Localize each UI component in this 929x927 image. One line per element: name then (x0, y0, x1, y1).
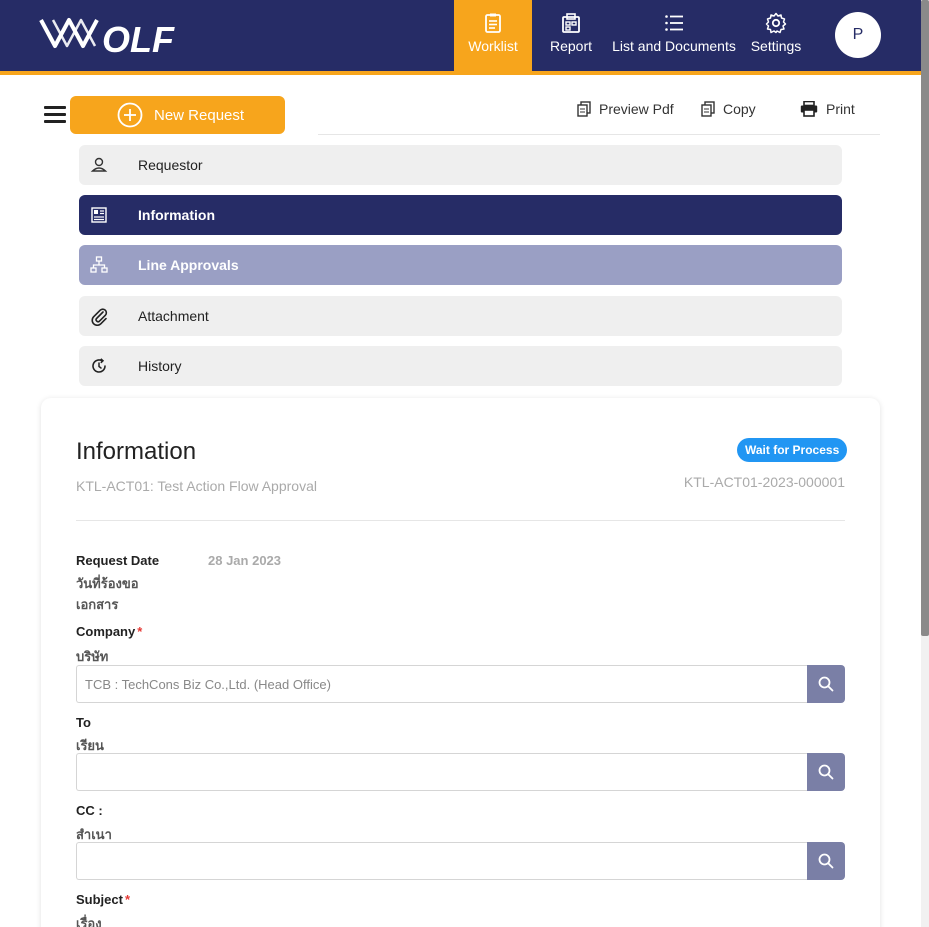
new-request-label: New Request (154, 106, 245, 124)
search-icon (818, 853, 834, 869)
cc-search-button[interactable] (807, 842, 845, 880)
status-badge: Wait for Process (737, 438, 848, 462)
section-information-label: Information (138, 207, 215, 223)
nav-report-label: Report (549, 38, 593, 54)
scrollbar-thumb[interactable] (921, 0, 929, 636)
nav-worklist[interactable]: Worklist (454, 0, 532, 71)
plus-circle-icon (117, 102, 143, 128)
gear-icon (765, 12, 787, 34)
card-title: Information (76, 438, 197, 465)
hamburger-menu-icon[interactable] (44, 106, 66, 124)
information-card: Information KTL-ACT01: Test Action Flow … (41, 398, 880, 927)
to-input[interactable] (76, 753, 808, 791)
search-icon (818, 676, 834, 692)
section-history[interactable]: History (79, 346, 842, 386)
nav-worklist-label: Worklist (468, 38, 518, 54)
request-date-label-th-1: วันที่ร้องขอ (76, 576, 139, 591)
nav-report[interactable]: Report (540, 0, 602, 71)
search-icon (818, 764, 834, 780)
section-attachment-label: Attachment (138, 308, 209, 324)
copy-icon (701, 101, 715, 117)
preview-pdf-label: Preview Pdf (599, 101, 674, 117)
company-input[interactable]: TCB : TechCons Biz Co.,Ltd. (Head Office… (76, 665, 808, 703)
company-label: Company * (76, 624, 142, 639)
preview-pdf-button[interactable]: Preview Pdf (577, 99, 674, 119)
to-field (76, 753, 845, 791)
company-field: TCB : TechCons Biz Co.,Ltd. (Head Office… (76, 665, 845, 703)
history-icon (92, 358, 106, 373)
nav-settings-label: Settings (750, 38, 802, 54)
section-attachment[interactable]: Attachment (79, 296, 842, 336)
subject-label: Subject * (76, 892, 130, 907)
printer-icon (800, 101, 818, 117)
document-icon (91, 207, 107, 223)
required-marker: * (137, 624, 143, 639)
nav-list-label: List and Documents (612, 38, 736, 54)
list-icon (665, 15, 683, 31)
cc-label: CC : (76, 803, 103, 818)
clipboard-icon (485, 13, 501, 33)
card-divider (76, 520, 845, 521)
print-button[interactable]: Print (800, 99, 855, 119)
user-avatar[interactable]: P (835, 12, 881, 58)
company-label-text: Company (76, 624, 136, 639)
section-information[interactable]: Information (79, 195, 842, 235)
section-line-approvals-label: Line Approvals (138, 257, 239, 273)
page: OLF Worklist Report List and Documents S… (0, 0, 929, 927)
required-marker: * (124, 892, 131, 907)
request-date-label: Request Date (76, 553, 160, 568)
paperclip-icon (91, 308, 108, 326)
page-scrollbar[interactable] (921, 0, 929, 927)
request-date-value: 28 Jan 2023 (208, 553, 282, 568)
company-label-th: บริษัท (76, 649, 109, 664)
report-icon (562, 13, 580, 33)
document-number: KTL-ACT01-2023-000001 (683, 474, 845, 490)
card-subtitle: KTL-ACT01: Test Action Flow Approval (76, 478, 317, 494)
copy-label: Copy (723, 101, 756, 117)
section-requestor-label: Requestor (138, 157, 203, 173)
section-line-approvals[interactable]: Line Approvals (79, 245, 842, 285)
subject-label-text: Subject (76, 892, 123, 907)
section-history-label: History (138, 358, 182, 374)
copy-button[interactable]: Copy (701, 99, 756, 119)
copy-document-icon (577, 101, 591, 117)
svg-text:OLF: OLF (102, 19, 175, 60)
cc-field (76, 842, 845, 880)
request-date-label-th-2: เอกสาร (76, 597, 119, 612)
print-label: Print (826, 101, 855, 117)
org-chart-icon (90, 256, 108, 273)
top-header: OLF Worklist Report List and Documents S… (0, 0, 921, 75)
toolbar-divider (318, 134, 880, 135)
company-search-button[interactable] (807, 665, 845, 703)
to-label: To (76, 715, 91, 730)
cc-input[interactable] (76, 842, 808, 880)
nav-settings[interactable]: Settings (744, 0, 808, 71)
subject-label-th: เรื่อง (76, 916, 102, 927)
wolf-logo[interactable]: OLF (38, 12, 208, 60)
user-icon (90, 157, 108, 172)
new-request-button[interactable]: New Request (70, 96, 285, 134)
to-search-button[interactable] (807, 753, 845, 791)
section-requestor[interactable]: Requestor (79, 145, 842, 185)
nav-list-and-documents[interactable]: List and Documents (608, 0, 740, 71)
